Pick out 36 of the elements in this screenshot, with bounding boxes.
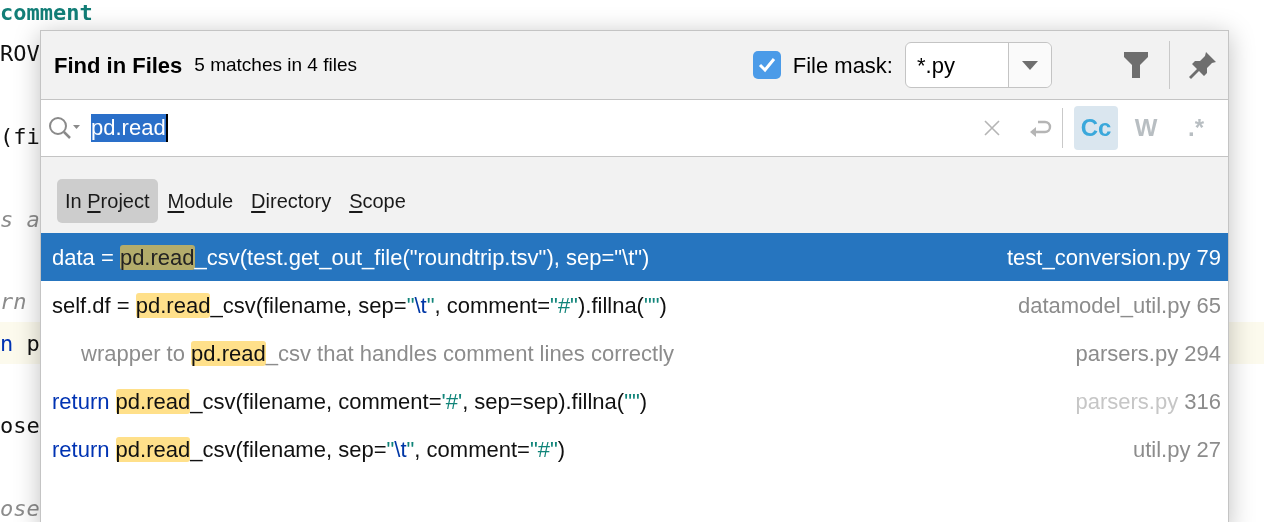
code-line: (fi <box>0 123 40 152</box>
result-row[interactable]: return pd.read_csv(filename, comment='#', sep=sep).fillna("") parsers.py 316 <box>41 377 1228 425</box>
scope-tab[interactable]: In Project <box>57 179 158 223</box>
file-location: util.py 27 <box>1132 435 1221 464</box>
search-icon[interactable] <box>48 116 80 140</box>
file-mask-checkbox[interactable] <box>752 51 781 79</box>
search-query: pd.read <box>91 114 168 142</box>
scope-tab[interactable]: Directory <box>243 179 340 223</box>
dialog-title: Find in Files <box>54 51 183 80</box>
scope-tab[interactable]: Module <box>159 179 242 223</box>
pin-icon[interactable] <box>1188 50 1218 80</box>
code-line: n p <box>0 329 40 358</box>
file-location: parsers.py 294 <box>1075 339 1221 368</box>
file-mask-label: File mask: <box>792 51 893 80</box>
code-line: s a <box>0 205 40 234</box>
result-row[interactable]: self.df = pd.read_csv(filename, sep="\t", comment="#").fillna("") datamodel_util.py 65 <box>41 281 1228 329</box>
file-location: datamodel_util.py 65 <box>1017 291 1221 320</box>
code-line: ROV <box>0 40 40 69</box>
code-line: ose <box>0 412 40 441</box>
code-text: return pd.read_csv(filename, sep="\t", comment="#") <box>52 435 566 464</box>
file-location: test_conversion.py 79 <box>1006 243 1221 272</box>
code-text: return pd.read_csv(filename, comment='#', sep=sep).fillna("") <box>52 387 648 416</box>
code-line: ose <box>0 494 40 522</box>
file-location: parsers.py 316 <box>1075 387 1221 416</box>
result-row[interactable]: return pd.read_csv(filename, sep="\t", comment="#") util.py 27 <box>41 425 1228 473</box>
checkmark-icon <box>757 57 776 73</box>
code-text: self.df = pd.read_csv(filename, sep="\t", comment="#").fillna("") <box>52 291 667 320</box>
dropdown-caret-icon <box>1022 60 1038 70</box>
match-summary: 5 matches in 4 files <box>194 52 357 77</box>
filter-icon[interactable] <box>1124 52 1148 78</box>
clear-icon[interactable] <box>984 120 1000 136</box>
search-field[interactable]: pd.read Cc W .* <box>41 99 1228 157</box>
code-line: comment <box>0 0 93 28</box>
scope-tab[interactable]: Scope <box>341 179 414 223</box>
file-mask-combo[interactable]: *.py <box>905 42 1052 88</box>
code-line: rn <box>0 288 27 317</box>
